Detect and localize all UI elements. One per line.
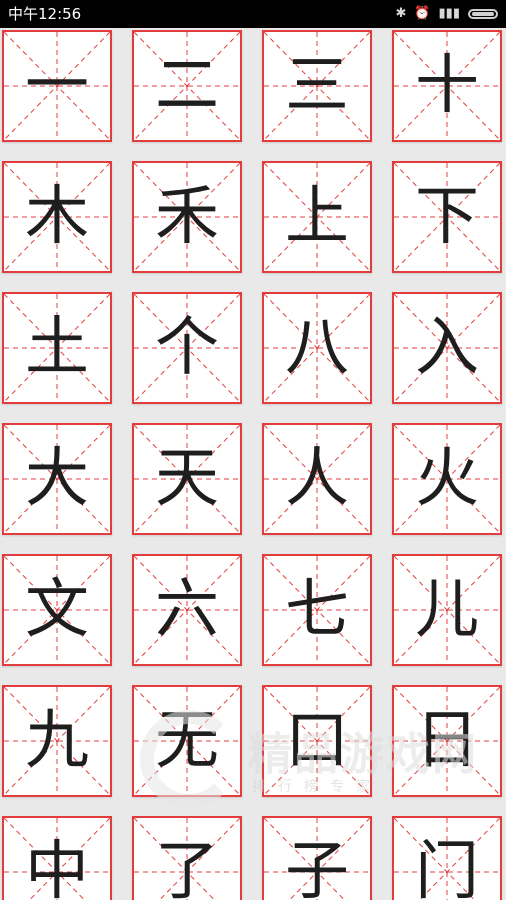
- character-card[interactable]: 土: [2, 292, 112, 404]
- character-card[interactable]: 了: [132, 816, 242, 900]
- character: 子: [285, 835, 349, 900]
- character: 儿: [415, 573, 479, 647]
- character: 文: [25, 573, 89, 647]
- character: 上: [285, 180, 349, 254]
- character: 门: [415, 835, 479, 900]
- character: 木: [25, 180, 89, 254]
- character-card[interactable]: 九: [2, 685, 112, 797]
- character: 无: [155, 704, 219, 778]
- character-card[interactable]: 无: [132, 685, 242, 797]
- character-card[interactable]: 日: [392, 685, 502, 797]
- character: 土: [25, 311, 89, 385]
- character-card[interactable]: 口: [262, 685, 372, 797]
- status-icons: ✱ ⏰ ▮▮▮: [387, 4, 498, 24]
- battery-icon: [468, 9, 498, 19]
- character: 口: [285, 704, 349, 778]
- character-card[interactable]: 门: [392, 816, 502, 900]
- signal-icon: ▮▮▮: [438, 6, 460, 21]
- character: 了: [155, 835, 219, 900]
- character-card[interactable]: 一: [2, 30, 112, 142]
- character-card[interactable]: 文: [2, 554, 112, 666]
- character-card[interactable]: 木: [2, 161, 112, 273]
- character: 六: [155, 573, 219, 647]
- character-card[interactable]: 禾: [132, 161, 242, 273]
- character: 火: [415, 442, 479, 516]
- alarm-icon: ⏰: [414, 6, 431, 21]
- character-card[interactable]: 天: [132, 423, 242, 535]
- character-card[interactable]: 三: [262, 30, 372, 142]
- character-card[interactable]: 火: [392, 423, 502, 535]
- character-card[interactable]: 下: [392, 161, 502, 273]
- character: 入: [415, 311, 479, 385]
- status-time: 中午12:56: [8, 5, 82, 23]
- character-card[interactable]: 人: [262, 423, 372, 535]
- character-card[interactable]: 个: [132, 292, 242, 404]
- character-card[interactable]: 中: [2, 816, 112, 900]
- character-card[interactable]: 七: [262, 554, 372, 666]
- bluetooth-icon: ✱: [395, 6, 407, 21]
- character: 个: [155, 311, 219, 385]
- character: 禾: [155, 180, 219, 254]
- character-card[interactable]: 子: [262, 816, 372, 900]
- character: 九: [25, 704, 89, 778]
- character: 日: [415, 704, 479, 778]
- character-card[interactable]: 八: [262, 292, 372, 404]
- character-card[interactable]: 儿: [392, 554, 502, 666]
- character: 中: [25, 835, 89, 900]
- character: 一: [25, 49, 89, 123]
- character: 七: [285, 573, 349, 647]
- character-card[interactable]: 入: [392, 292, 502, 404]
- character: 二: [155, 49, 219, 123]
- status-bar: 中午12:56 ✱ ⏰ ▮▮▮: [0, 0, 506, 28]
- character-card[interactable]: 十: [392, 30, 502, 142]
- character: 大: [25, 442, 89, 516]
- character: 八: [285, 311, 349, 385]
- character-card[interactable]: 六: [132, 554, 242, 666]
- character: 十: [415, 49, 479, 123]
- character: 下: [415, 180, 479, 254]
- character: 天: [155, 442, 219, 516]
- character: 三: [285, 49, 349, 123]
- character: 人: [285, 442, 349, 516]
- character-card[interactable]: 二: [132, 30, 242, 142]
- character-card[interactable]: 上: [262, 161, 372, 273]
- character-grid: 一二三十木禾上下土个八入大天人火文六七儿九无口日中 了 子 门: [0, 28, 506, 900]
- character-card[interactable]: 大: [2, 423, 112, 535]
